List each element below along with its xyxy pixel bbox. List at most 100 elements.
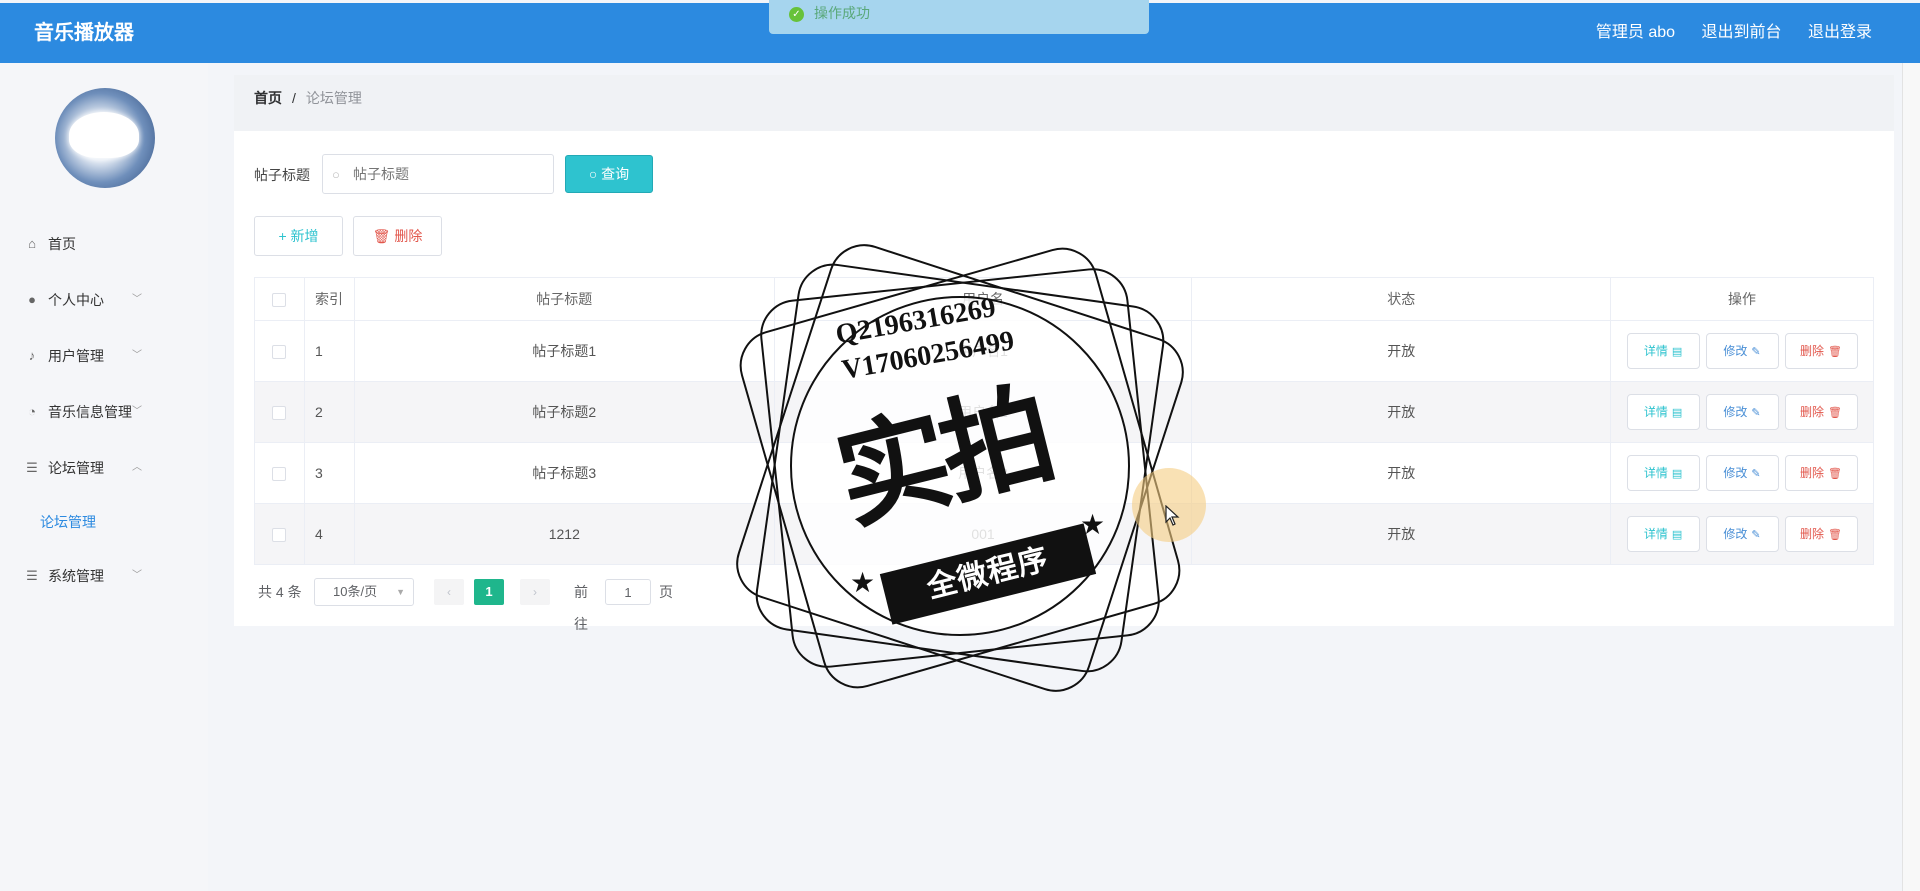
forum-table: 索引 帖子标题 用户名 状态 操作 1 帖子标题1 用户名1 开放 详情 ▤ 修改 ✎… — [254, 277, 1874, 565]
row-title: 1212 — [354, 503, 775, 565]
edit-icon: ✎ — [1751, 346, 1761, 358]
sidebar-item-home[interactable]: ⌂ 首页 — [0, 216, 208, 272]
chevron-right-icon: › — [533, 585, 537, 599]
row-actions: 详情 ▤ 修改 ✎ 删除 🗑 — [1610, 503, 1874, 565]
edit-icon: ✎ — [1751, 468, 1761, 480]
detail-button[interactable]: 详情 ▤ — [1626, 333, 1700, 369]
trash-icon: 🗑 — [1828, 468, 1843, 480]
chevron-down-icon: ▼ — [396, 587, 405, 597]
edit-icon: ✎ — [1751, 529, 1761, 541]
search-input[interactable] — [322, 154, 554, 194]
detail-button[interactable]: 详情 ▤ — [1626, 455, 1700, 491]
row-index: 2 — [304, 381, 355, 443]
sidebar-item-label: 论坛管理 — [48, 460, 104, 476]
home-icon: ⌂ — [28, 236, 36, 251]
page-unit-label: 页 — [659, 584, 673, 600]
page-scrollbar[interactable] — [1902, 63, 1920, 891]
query-button-label: 查询 — [601, 166, 630, 182]
row-checkbox[interactable] — [272, 406, 287, 421]
row-status: 开放 — [1191, 320, 1612, 382]
delete-button[interactable]: 删除 🗑 — [1784, 394, 1858, 430]
avatar — [55, 88, 155, 188]
sidebar-item-label: 个人中心 — [48, 292, 104, 308]
detail-button[interactable]: 详情 ▤ — [1626, 394, 1700, 430]
batch-delete-button[interactable]: 🗑 删除 — [353, 216, 442, 256]
avatar-image — [69, 112, 139, 158]
mouse-cursor-icon — [1165, 505, 1180, 526]
breadcrumb: 首页 / 论坛管理 — [234, 75, 1894, 131]
delete-button[interactable]: 删除 🗑 — [1784, 455, 1858, 491]
delete-button-label: 删除 — [1800, 344, 1825, 358]
row-username: 用户名2 — [774, 381, 1193, 443]
row-title: 帖子标题1 — [354, 320, 775, 382]
query-button[interactable]: ○ 查询 — [565, 155, 653, 193]
sidebar-item-personal-center[interactable]: ● 个人中心 ﹀ — [0, 272, 208, 328]
header-right: 管理员 abo 退出到前台 退出登录 — [1596, 3, 1872, 63]
chevron-down-icon: ﹀ — [132, 570, 142, 581]
edit-button-label: 修改 — [1723, 527, 1748, 541]
edit-button[interactable]: 修改 ✎ — [1705, 516, 1779, 552]
page-size-select[interactable]: 10条/页 ▼ — [314, 578, 414, 606]
prev-page-button[interactable]: ‹ — [434, 579, 464, 605]
sidebar-item-user-management[interactable]: ♪ 用户管理 ﹀ — [0, 328, 208, 384]
sidebar-item-label: 首页 — [48, 236, 76, 252]
toast-text: 操作成功 — [814, 5, 870, 21]
detail-button[interactable]: 详情 ▤ — [1626, 516, 1700, 552]
delete-button[interactable]: 删除 🗑 — [1784, 516, 1858, 552]
chevron-left-icon: ‹ — [447, 585, 451, 599]
app-title: 音乐播放器 — [34, 22, 134, 44]
edit-button[interactable]: 修改 ✎ — [1705, 333, 1779, 369]
sidebar-item-system-management[interactable]: ☰ 系统管理 ﹀ — [0, 548, 208, 604]
sidebar-item-music-info[interactable]: ◔ 音乐信息管理 ﹀ — [0, 384, 208, 440]
row-username: 001 — [774, 503, 1193, 565]
column-header-status: 状态 — [1191, 277, 1612, 321]
row-actions: 详情 ▤ 修改 ✎ 删除 🗑 — [1610, 381, 1874, 443]
sidebar-item-label: 用户管理 — [48, 348, 104, 364]
chevron-down-icon: ﹀ — [132, 294, 142, 305]
logout-link[interactable]: 退出登录 — [1808, 24, 1872, 41]
next-page-button[interactable]: › — [520, 579, 550, 605]
row-actions: 详情 ▤ 修改 ✎ 删除 🗑 — [1610, 442, 1874, 504]
user-icon: ● — [28, 292, 36, 307]
trash-icon: 🗑 — [1828, 529, 1843, 541]
sidebar-menu: ⌂ 首页 ● 个人中心 ﹀ ♪ 用户管理 ﹀ ◔ 音乐信息管理 ﹀ ☰ 论坛管理… — [0, 216, 208, 604]
row-select-cell — [254, 320, 305, 382]
page-size-value: 10条/页 — [333, 584, 378, 599]
microphone-icon: ♪ — [28, 348, 36, 363]
back-to-front-link[interactable]: 退出到前台 — [1702, 24, 1782, 41]
compass-icon: ◔ — [28, 404, 36, 419]
trash-icon: 🗑 — [372, 228, 395, 244]
goto-page-input[interactable] — [605, 579, 651, 605]
row-index: 3 — [304, 442, 355, 504]
search-icon: ○ — [588, 166, 602, 182]
add-button-label: 新增 — [290, 228, 319, 244]
edit-button-label: 修改 — [1723, 405, 1748, 419]
delete-button-label: 删除 — [1800, 405, 1825, 419]
success-toast: ✓ 操作成功 — [769, 0, 1149, 34]
row-checkbox[interactable] — [272, 467, 287, 482]
row-index: 4 — [304, 503, 355, 565]
delete-button[interactable]: 删除 🗑 — [1784, 333, 1858, 369]
sidebar-subitem-forum-management[interactable]: 论坛管理 — [0, 496, 208, 548]
row-checkbox[interactable] — [272, 528, 287, 543]
detail-button-label: 详情 — [1643, 466, 1668, 480]
column-header-actions: 操作 — [1610, 277, 1874, 321]
table-row: 3 帖子标题3 用户名3 开放 详情 ▤ 修改 ✎ 删除 🗑 — [254, 442, 1874, 504]
check-circle-icon: ✓ — [789, 6, 804, 22]
edit-button[interactable]: 修改 ✎ — [1705, 455, 1779, 491]
row-username: 用户名1 — [774, 320, 1193, 382]
column-header-index: 索引 — [304, 277, 355, 321]
add-button[interactable]: + 新增 — [254, 216, 343, 256]
menu-icon: ☰ — [26, 460, 38, 475]
delete-button-label: 删除 — [1800, 466, 1825, 480]
chevron-up-icon: ︿ — [132, 462, 142, 473]
sidebar-item-forum-management[interactable]: ☰ 论坛管理 ︿ — [0, 440, 208, 496]
row-checkbox[interactable] — [272, 345, 287, 360]
select-all-checkbox[interactable] — [272, 293, 287, 308]
detail-button-label: 详情 — [1643, 527, 1668, 541]
breadcrumb-home[interactable]: 首页 — [254, 90, 282, 106]
chevron-down-icon: ﹀ — [132, 406, 142, 417]
page-number-button[interactable]: 1 — [474, 579, 504, 605]
edit-button[interactable]: 修改 ✎ — [1705, 394, 1779, 430]
edit-button-label: 修改 — [1723, 344, 1748, 358]
